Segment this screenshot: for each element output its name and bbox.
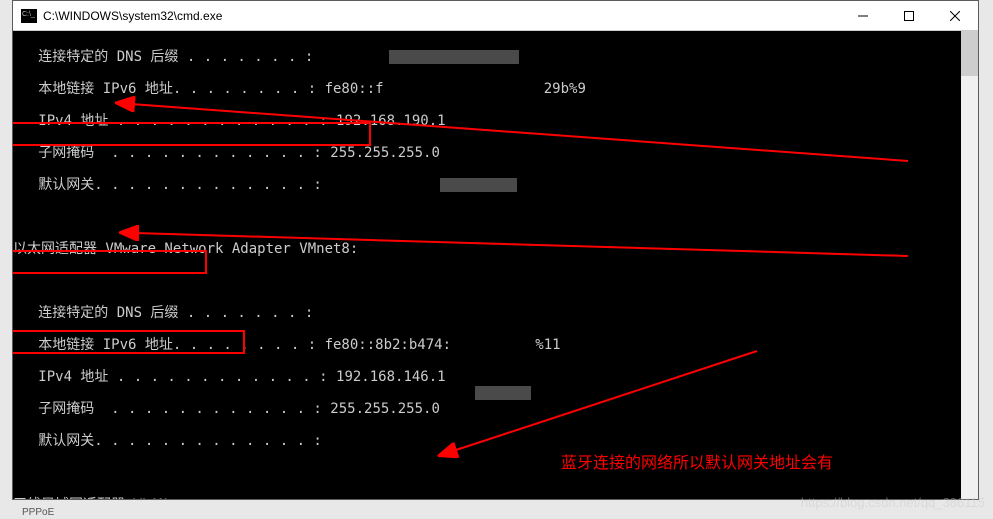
output-line: 本地链接 IPv6 地址. . . . . . . . : fe80::8b2:… [13, 337, 961, 353]
window-title: C:\WINDOWS\system32\cmd.exe [43, 9, 222, 23]
output-line: 默认网关. . . . . . . . . . . . . : [13, 433, 961, 449]
adapter-header-vmnet8: 以太网适配器 VMware Network Adapter VMnet8: [13, 241, 961, 257]
annotation-text: 蓝牙连接的网络所以默认网关地址会有 [561, 449, 833, 473]
close-icon [950, 11, 960, 21]
terminal-area: 连接特定的 DNS 后缀 . . . . . . . : 本地链接 IPv6 地… [13, 31, 978, 499]
output-line: IPv4 地址 . . . . . . . . . . . . : 192.16… [13, 369, 961, 385]
output-line: 子网掩码 . . . . . . . . . . . . : 255.255.2… [13, 401, 961, 417]
scrollbar-track[interactable] [961, 31, 978, 499]
maximize-icon [904, 11, 914, 21]
minimize-button[interactable] [840, 1, 886, 31]
titlebar: C:\WINDOWS\system32\cmd.exe [13, 1, 978, 31]
scrollbar-thumb[interactable] [961, 31, 978, 76]
cmd-icon [21, 9, 37, 23]
output-line: 连接特定的 DNS 后缀 . . . . . . . : [13, 305, 961, 321]
redaction [440, 178, 517, 192]
terminal-output[interactable]: 连接特定的 DNS 后缀 . . . . . . . : 本地链接 IPv6 地… [13, 31, 961, 499]
watermark: https://blog.csdn.net/qq_386115 [801, 495, 985, 510]
output-line: 本地链接 IPv6 地址. . . . . . . . : fe80::f 29… [13, 81, 961, 97]
cmd-window: C:\WINDOWS\system32\cmd.exe 连接特定的 DNS 后缀… [12, 0, 979, 500]
output-line: 子网掩码 . . . . . . . . . . . . : 255.255.2… [13, 145, 961, 161]
output-line: IPv4 地址 . . . . . . . . . . . . : 192.16… [13, 113, 961, 129]
maximize-button[interactable] [886, 1, 932, 31]
close-button[interactable] [932, 1, 978, 31]
redaction [475, 386, 531, 400]
redaction [389, 50, 519, 64]
minimize-icon [858, 11, 868, 21]
bg-pppoe-label: PPPoE [22, 507, 54, 518]
